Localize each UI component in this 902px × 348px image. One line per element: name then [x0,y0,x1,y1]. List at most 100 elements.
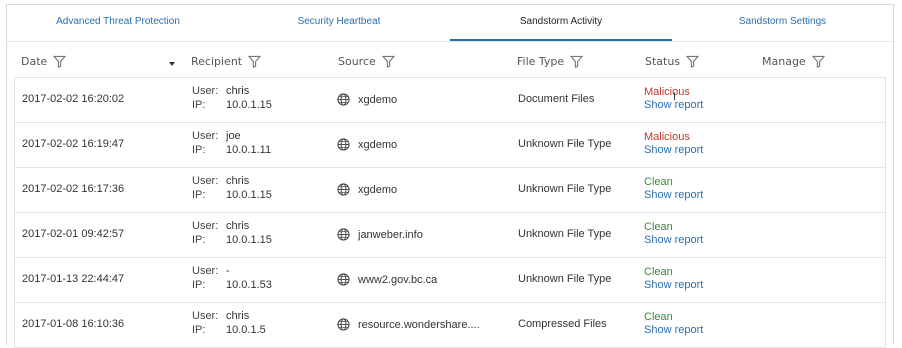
user-value: chris [226,220,250,232]
source-value: xgdemo [358,93,398,106]
status-cell: Clean Show report [644,176,703,202]
column-status-label: Status [645,55,681,68]
source-value: janweber.info [358,228,423,241]
filter-icon[interactable] [686,55,700,68]
column-header-file-type[interactable]: File Type [517,55,584,68]
ip-value: 10.0.1.15 [226,234,272,246]
user-label: User: [192,220,219,232]
globe-icon [337,183,350,196]
filter-icon[interactable] [570,55,584,68]
column-header-source[interactable]: Source [338,55,395,68]
show-report-link[interactable]: Show report [644,324,703,337]
ip-label: IP: [192,144,206,156]
user-label: User: [192,130,219,142]
tab-advanced-threat-protection[interactable]: Advanced Threat Protection [7,5,229,39]
source-cell: janweber.info [337,228,423,241]
source-cell: xgdemo [337,93,397,106]
column-header-manage[interactable]: Manage [762,55,825,68]
file-type-cell: Unknown File Type [518,183,612,195]
filter-icon[interactable] [811,55,825,68]
user-value: chris [226,310,250,322]
user-value: chris [226,85,250,97]
tab-security-heartbeat[interactable]: Security Heartbeat [229,5,449,39]
recipient-cell: User: chris IP: 10.0.1.15 [192,84,272,112]
column-header-date[interactable]: Date [21,55,67,68]
recipient-cell: User: chris IP: 10.0.1.15 [192,174,272,202]
status-badge: Clean [644,311,673,323]
status-cell: Malicious Show report [644,131,703,157]
status-cell: Clean Show report [644,266,703,292]
column-recipient-label: Recipient [191,55,243,68]
user-label: User: [192,310,219,322]
ip-label: IP: [192,324,206,336]
globe-icon [337,318,350,331]
source-value: xgdemo [358,183,398,196]
table-row[interactable]: 2017-01-13 22:44:47 User: - IP: 10.0.1.53 www… [14,257,886,302]
column-header-recipient[interactable]: Recipient [191,55,262,68]
source-cell: xgdemo [337,183,397,196]
globe-icon [337,138,350,151]
recipient-cell: User: chris IP: 10.0.1.5 [192,309,266,337]
file-type-cell: Compressed Files [518,318,607,330]
column-file-type-label: File Type [517,55,565,68]
globe-icon [337,228,350,241]
globe-icon [337,93,350,106]
date-cell: 2017-02-02 16:19:47 [22,138,125,150]
ip-value: 10.0.1.15 [226,99,272,111]
status-badge: Clean [644,176,673,188]
recipient-cell: User: chris IP: 10.0.1.15 [192,219,272,247]
show-report-link[interactable]: Show report [644,144,703,157]
user-value: joe [226,130,241,142]
date-cell: 2017-01-13 22:44:47 [22,273,125,285]
globe-icon [337,273,350,286]
table-row[interactable]: 2017-02-02 16:17:36 User: chris IP: 10.0.1.1… [14,167,886,212]
table-row[interactable]: 2017-02-01 09:42:57 User: chris IP: 10.0.1.1… [14,212,886,257]
date-cell: 2017-02-02 16:20:02 [22,93,125,105]
source-value: xgdemo [358,138,398,151]
tab-sandstorm-settings[interactable]: Sandstorm Settings [672,5,893,39]
text-cursor-icon: I [673,91,677,103]
source-cell: www2.gov.bc.ca [337,273,437,286]
filter-icon[interactable] [53,55,67,68]
file-type-cell: Unknown File Type [518,138,612,150]
sandstorm-panel: Advanced Threat Protection Security Hear… [6,4,894,348]
show-report-link[interactable]: Show report [644,189,703,202]
filter-icon[interactable] [381,55,395,68]
table-row[interactable]: 2017-02-02 16:20:02 User: chris IP: 10.0.1.1… [14,77,886,122]
recipient-cell: User: - IP: 10.0.1.53 [192,264,272,292]
filter-icon[interactable] [248,55,262,68]
activity-table: 2017-02-02 16:20:02 User: chris IP: 10.0.1.1… [14,77,886,348]
table-header: Date Recipient Source File Type Status M… [7,51,893,73]
show-report-link[interactable]: Show report [644,279,703,292]
sort-descending-icon[interactable] [169,62,175,66]
tab-bar: Advanced Threat Protection Security Hear… [7,5,893,42]
source-value: www2.gov.bc.ca [358,273,438,286]
column-header-status[interactable]: Status [645,55,700,68]
user-label: User: [192,175,219,187]
status-badge: Clean [644,266,673,278]
user-label: User: [192,85,219,97]
date-cell: 2017-02-02 16:17:36 [22,183,125,195]
date-cell: 2017-01-08 16:10:36 [22,318,125,330]
file-type-cell: Unknown File Type [518,228,612,240]
column-manage-label: Manage [762,55,806,68]
file-type-cell: Document Files [518,93,595,105]
status-cell: Clean Show report [644,221,703,247]
ip-value: 10.0.1.53 [226,279,272,291]
column-source-label: Source [338,55,376,68]
table-row[interactable]: 2017-01-08 16:10:36 User: chris IP: 10.0.1.5… [14,302,886,348]
ip-label: IP: [192,189,206,201]
show-report-link[interactable]: Show report [644,234,703,247]
table-row[interactable]: 2017-02-02 16:19:47 User: joe IP: 10.0.1.11 x… [14,122,886,167]
recipient-cell: User: joe IP: 10.0.1.11 [192,129,271,157]
ip-value: 10.0.1.11 [226,144,272,156]
ip-label: IP: [192,234,206,246]
file-type-cell: Unknown File Type [518,273,612,285]
status-cell: Clean Show report [644,311,703,337]
source-cell: resource.wondershare.... [337,318,480,331]
user-value: chris [226,175,250,187]
user-label: User: [192,265,219,277]
tab-sandstorm-activity[interactable]: Sandstorm Activity [450,5,672,41]
ip-value: 10.0.1.15 [226,189,272,201]
user-value: - [226,265,230,277]
